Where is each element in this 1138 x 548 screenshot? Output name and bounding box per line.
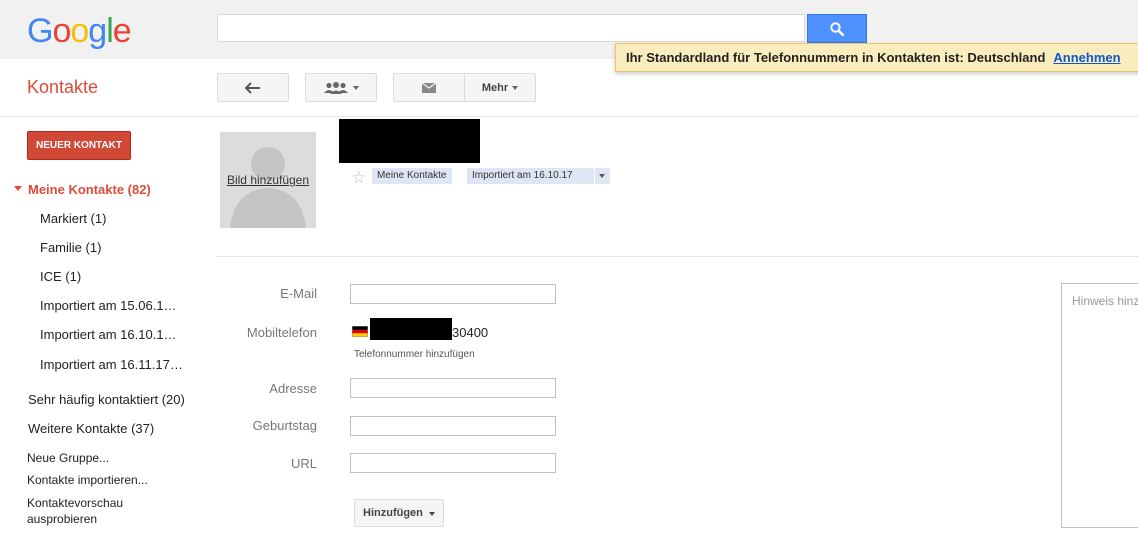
section-divider <box>217 256 1138 257</box>
logo-letter: G <box>27 12 53 50</box>
preview-contacts-link[interactable]: Kontaktevorschau ausprobieren <box>27 495 142 527</box>
contact-photo[interactable]: Bild hinzufügen <box>220 132 316 228</box>
more-button[interactable]: Mehr <box>464 73 536 102</box>
sidebar-item-group[interactable]: Importiert am 16.11.17… <box>40 357 183 372</box>
search-icon <box>830 21 844 36</box>
email-field[interactable] <box>350 284 556 304</box>
logo-letter: e <box>112 12 132 50</box>
notes-textarea[interactable]: Hinweis hinzufügen <box>1061 283 1138 528</box>
app-title[interactable]: Kontakte <box>27 77 98 98</box>
sidebar-item-group[interactable]: Familie (1) <box>40 240 101 255</box>
groups-button[interactable] <box>305 73 377 102</box>
group-chip[interactable]: Meine Kontakte <box>372 168 452 184</box>
chevron-down-icon <box>512 85 519 90</box>
address-label: Adresse <box>269 381 317 396</box>
expand-triangle-icon[interactable] <box>14 186 22 191</box>
sidebar-item-group[interactable]: Markiert (1) <box>40 211 106 226</box>
notice-text: Ihr Standardland für Telefonnummern in K… <box>626 50 1046 65</box>
new-group-link[interactable]: Neue Gruppe... <box>27 451 109 465</box>
import-contacts-link[interactable]: Kontakte importieren... <box>27 473 148 487</box>
accept-link[interactable]: Annehmen <box>1053 50 1120 65</box>
search-input[interactable] <box>217 14 805 42</box>
country-notice: Ihr Standardland für Telefonnummern in K… <box>615 43 1138 72</box>
logo-letter: g <box>88 12 107 50</box>
sidebar-item-frequent[interactable]: Sehr häufig kontaktiert (20) <box>28 392 185 407</box>
sidebar-item-group[interactable]: Importiert am 15.06.1… <box>40 298 177 313</box>
chevron-down-icon <box>353 85 359 90</box>
group-icon <box>324 81 348 94</box>
email-button[interactable] <box>393 73 465 102</box>
chip-dropdown-icon[interactable] <box>594 168 610 184</box>
redacted-name <box>339 119 480 163</box>
more-label: Mehr <box>481 81 509 94</box>
sidebar-item-group[interactable]: Importiert am 16.10.1… <box>40 327 177 342</box>
header-divider <box>0 116 1138 117</box>
new-contact-button[interactable]: NEUER KONTAKT <box>27 131 131 160</box>
back-arrow-icon <box>245 81 260 94</box>
logo-letter: o <box>52 12 71 50</box>
redacted-phone <box>370 318 452 340</box>
sidebar-item-group[interactable]: ICE (1) <box>40 269 81 284</box>
birthday-field[interactable] <box>350 416 556 436</box>
address-field[interactable] <box>350 378 556 398</box>
birthday-label: Geburtstag <box>252 418 317 433</box>
chevron-down-icon <box>429 512 435 516</box>
sidebar-item-my-contacts[interactable]: Meine Kontakte (82) <box>28 182 151 197</box>
add-photo-link[interactable]: Bild hinzufügen <box>220 173 316 187</box>
add-field-label: Hinzufügen <box>363 507 423 519</box>
url-label: URL <box>290 456 317 471</box>
add-field-button[interactable]: Hinzufügen <box>354 499 444 527</box>
sidebar-item-other[interactable]: Weitere Kontakte (37) <box>28 421 154 436</box>
star-icon[interactable]: ☆ <box>351 168 366 188</box>
logo-letter: o <box>70 12 89 50</box>
search-button[interactable] <box>807 14 867 43</box>
back-button[interactable] <box>217 73 289 102</box>
mobile-value[interactable]: 30400 <box>452 325 488 340</box>
mobile-label: Mobiltelefon <box>246 325 317 340</box>
add-phone-link[interactable]: Telefonnummer hinzufügen <box>354 349 475 360</box>
envelope-icon <box>422 82 436 93</box>
german-flag-icon[interactable] <box>352 326 368 337</box>
group-chip[interactable]: Importiert am 16.10.17 <box>467 168 594 184</box>
url-field[interactable] <box>350 453 556 473</box>
email-label: E-Mail <box>280 286 317 301</box>
google-logo[interactable]: Google <box>27 11 132 51</box>
